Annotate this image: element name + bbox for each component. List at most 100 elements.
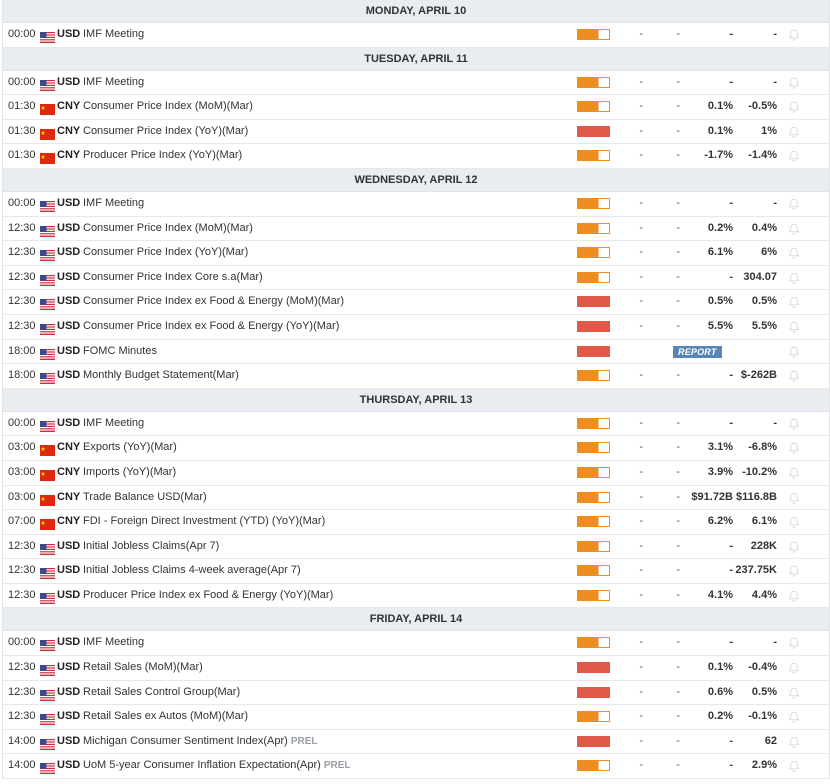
event-row[interactable]: 12:30 USD Retail Sales (MoM)(Mar) - - 0.… <box>3 656 829 681</box>
event-row[interactable]: 18:00 USD Monthly Budget Statement(Mar) … <box>3 364 829 389</box>
event-name[interactable]: Retail Sales Control Group(Mar) <box>83 681 240 705</box>
bell-icon[interactable] <box>787 295 801 309</box>
event-row[interactable]: 03:00 CNY Imports (YoY)(Mar) - - 3.9% -1… <box>3 460 829 486</box>
event-row[interactable]: 12:30 USD Retail Sales ex Autos (MoM)(Ma… <box>3 705 829 730</box>
event-name[interactable]: IMF Meeting <box>83 71 144 95</box>
bell-icon[interactable] <box>787 710 801 724</box>
us-flag-icon <box>40 370 55 385</box>
event-row[interactable]: 12:30 USD Consumer Price Index ex Food &… <box>3 290 829 315</box>
event-name-text: IMF Meeting <box>83 196 145 209</box>
event-row[interactable]: 07:00 CNY FDI - Foreign Direct Investmen… <box>3 510 829 535</box>
bell-icon[interactable] <box>787 197 801 211</box>
event-name[interactable]: Consumer Price Index Core s.a(Mar) <box>83 266 263 290</box>
event-row[interactable]: 01:30 CNY Consumer Price Index (YoY)(Mar… <box>3 119 829 145</box>
event-name[interactable]: Consumer Price Index (MoM)(Mar) <box>83 95 253 119</box>
event-name[interactable]: Imports (YoY)(Mar) <box>83 461 176 485</box>
event-name[interactable]: Michigan Consumer Sentiment Index(Apr) PR… <box>83 730 317 754</box>
event-row[interactable]: 12:30 USD Consumer Price Index (MoM)(Mar… <box>3 216 829 242</box>
event-name[interactable]: IMF Meeting <box>83 23 144 47</box>
event-actual: - <box>639 441 643 454</box>
event-row[interactable]: 12:30 USD Retail Sales Control Group(Mar… <box>3 680 829 706</box>
bell-icon[interactable] <box>787 149 801 163</box>
bell-icon[interactable] <box>787 222 801 236</box>
event-name[interactable]: FDI - Foreign Direct Investment (YTD) (Y… <box>83 510 325 534</box>
event-consensus: 0.2% <box>707 221 733 234</box>
bell-icon[interactable] <box>787 636 801 650</box>
event-row[interactable]: 12:30 USD Consumer Price Index ex Food &… <box>3 314 829 340</box>
event-name-text: Producer Price Index (YoY)(Mar) <box>83 149 243 162</box>
bell-icon[interactable] <box>787 271 801 285</box>
impact-indicator-medium <box>577 442 610 454</box>
event-row[interactable]: 01:30 CNY Consumer Price Index (MoM)(Mar… <box>3 95 829 120</box>
event-name[interactable]: Consumer Price Index (YoY)(Mar) <box>83 241 248 265</box>
bell-icon[interactable] <box>787 515 801 529</box>
us-flag-icon <box>40 77 55 91</box>
bell-icon[interactable] <box>787 589 801 603</box>
bell-icon[interactable] <box>787 686 801 700</box>
event-row[interactable]: 00:00 USD IMF Meeting - - - - <box>3 411 829 437</box>
bell-icon[interactable] <box>787 661 801 675</box>
event-actual: - <box>639 465 643 478</box>
event-row[interactable]: 12:30 USD Consumer Price Index (YoY)(Mar… <box>3 241 829 266</box>
impact-indicator-medium <box>577 271 610 283</box>
bell-icon[interactable] <box>787 246 801 260</box>
event-currency: CNY <box>57 515 81 528</box>
bell-icon[interactable] <box>787 345 801 359</box>
bell-icon[interactable] <box>787 100 801 114</box>
event-name[interactable]: Exports (YoY)(Mar) <box>83 436 177 460</box>
event-name[interactable]: Retail Sales (MoM)(Mar) <box>83 656 203 680</box>
event-previous: -1.4% <box>748 149 777 162</box>
event-currency: USD <box>57 539 81 552</box>
event-name[interactable]: IMF Meeting <box>83 192 144 216</box>
event-name[interactable]: IMF Meeting <box>83 412 144 436</box>
bell-icon[interactable] <box>787 320 801 334</box>
cn-flag-icon <box>40 126 55 140</box>
event-name[interactable]: Consumer Price Index ex Food & Energy (Y… <box>83 315 339 339</box>
bell-icon[interactable] <box>787 441 801 455</box>
event-row[interactable]: 03:00 CNY Exports (YoY)(Mar) - - 3.1% -6… <box>3 436 829 461</box>
bell-icon[interactable] <box>787 369 801 383</box>
event-time: 00:00 <box>8 416 36 429</box>
event-name[interactable]: Initial Jobless Claims(Apr 7) <box>83 535 219 559</box>
event-name[interactable]: UoM 5-year Consumer Inflation Expectatio… <box>83 754 351 778</box>
event-row[interactable]: 00:00 USD IMF Meeting - - - - <box>3 191 829 217</box>
event-name[interactable]: IMF Meeting <box>83 631 144 655</box>
bell-icon[interactable] <box>787 417 801 431</box>
event-name[interactable]: Consumer Price Index (MoM)(Mar) <box>83 217 253 241</box>
event-name[interactable]: Producer Price Index (YoY)(Mar) <box>83 144 242 168</box>
event-row[interactable]: 18:00 USD FOMC Minutes REPORT <box>3 339 829 365</box>
bell-icon[interactable] <box>787 540 801 554</box>
event-name[interactable]: Trade Balance USD(Mar) <box>83 486 207 510</box>
bell-icon[interactable] <box>787 466 801 480</box>
event-name[interactable]: Initial Jobless Claims 4-week average(Ap… <box>83 559 301 583</box>
event-name[interactable]: FOMC Minutes <box>83 340 157 364</box>
event-consensus: - <box>729 539 733 552</box>
event-row[interactable]: 14:00 USD Michigan Consumer Sentiment In… <box>3 729 829 755</box>
event-name[interactable]: Producer Price Index ex Food & Energy (Y… <box>83 584 333 608</box>
cn-flag-icon <box>40 467 55 481</box>
bell-icon[interactable] <box>787 735 801 749</box>
event-consensus: -1.7% <box>704 149 733 162</box>
bell-icon[interactable] <box>787 759 801 773</box>
event-row[interactable]: 12:30 USD Consumer Price Index Core s.a(… <box>3 265 829 291</box>
event-row[interactable]: 12:30 USD Producer Price Index ex Food &… <box>3 583 829 609</box>
event-name[interactable]: Monthly Budget Statement(Mar) <box>83 364 239 388</box>
event-row[interactable]: 03:00 CNY Trade Balance USD(Mar) - - $91… <box>3 485 829 511</box>
event-name[interactable]: Consumer Price Index ex Food & Energy (M… <box>83 290 344 314</box>
event-row[interactable]: 00:00 USD IMF Meeting - - - - <box>3 23 829 48</box>
event-row[interactable]: 00:00 USD IMF Meeting - - - - <box>3 70 829 96</box>
event-time: 00:00 <box>8 75 36 88</box>
report-badge[interactable]: REPORT <box>673 345 722 358</box>
event-row[interactable]: 01:30 CNY Producer Price Index (YoY)(Mar… <box>3 144 829 169</box>
event-name[interactable]: Consumer Price Index (YoY)(Mar) <box>83 120 248 144</box>
event-row[interactable]: 12:30 USD Initial Jobless Claims(Apr 7) … <box>3 534 829 560</box>
event-row[interactable]: 00:00 USD IMF Meeting - - - - <box>3 631 829 657</box>
event-name[interactable]: Retail Sales ex Autos (MoM)(Mar) <box>83 705 248 729</box>
bell-icon[interactable] <box>787 28 801 42</box>
bell-icon[interactable] <box>787 76 801 90</box>
event-row[interactable]: 12:30 USD Initial Jobless Claims 4-week … <box>3 559 829 584</box>
event-row[interactable]: 14:00 USD UoM 5-year Consumer Inflation … <box>3 754 829 780</box>
bell-icon[interactable] <box>787 125 801 139</box>
bell-icon[interactable] <box>787 491 801 505</box>
bell-icon[interactable] <box>787 564 801 578</box>
